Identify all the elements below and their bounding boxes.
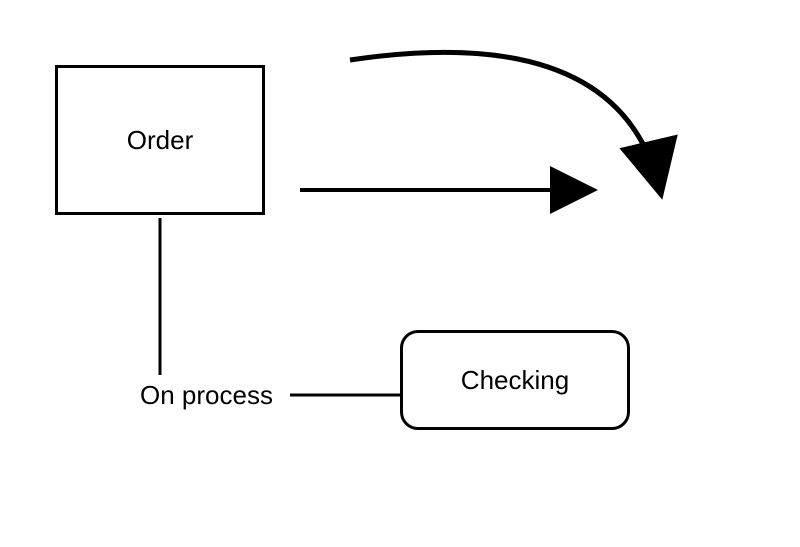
arrow-curved [350,52,660,190]
node-order-label: Order [127,125,193,156]
diagram-canvas: Order Checking On process [0,0,800,547]
node-order: Order [55,65,265,215]
node-checking: Checking [400,330,630,430]
edge-onprocess-label: On process [140,380,273,411]
node-checking-label: Checking [461,365,569,396]
